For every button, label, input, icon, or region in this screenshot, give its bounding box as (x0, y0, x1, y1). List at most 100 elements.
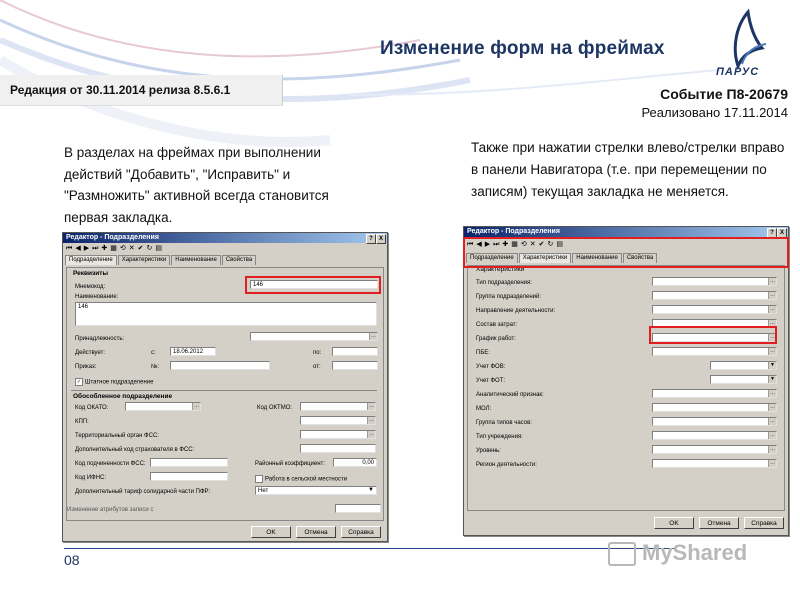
logo-text: ПАРУС (716, 66, 760, 78)
help-button[interactable]: Справка (744, 517, 784, 529)
watermark-text: MyShared (642, 540, 748, 565)
field-mol[interactable]: … (652, 403, 777, 412)
to-date-field[interactable] (332, 347, 378, 356)
chevron-down-icon[interactable]: ▼ (768, 362, 776, 369)
first-icon[interactable]: ⏮ (66, 244, 72, 254)
ellipsis-icon[interactable]: … (768, 460, 776, 467)
order-date-field[interactable] (332, 361, 378, 370)
cancel-button[interactable]: Отмена (699, 517, 739, 529)
order-from-label: от: (313, 364, 321, 370)
ifns-field[interactable] (150, 472, 228, 481)
field-label-level: Уровень: (476, 448, 501, 454)
dialog-title: Редактор - Подразделения (66, 234, 159, 241)
help-button[interactable]: Справка (341, 526, 381, 538)
subordination-field[interactable] (150, 458, 228, 467)
ellipsis-icon[interactable]: … (768, 390, 776, 397)
rural-checkbox-row[interactable]: Работа в сельской местности (255, 475, 347, 483)
field-label-pbe: ПБЕ: (476, 350, 490, 356)
pfr-label: Дополнительный тариф солидарной части ПФ… (75, 489, 211, 495)
district-field[interactable]: 0,00 (333, 458, 377, 467)
close-button[interactable]: X (376, 234, 386, 244)
field-pbe[interactable]: … (652, 347, 777, 356)
field-group[interactable]: … (652, 291, 777, 300)
ellipsis-icon[interactable]: … (369, 333, 377, 340)
redo-icon[interactable]: ↻ (147, 244, 153, 254)
chevron-down-icon[interactable]: ▼ (368, 487, 374, 493)
right-editor-dialog: Редактор - Подразделения ? X ⏮ ◀ ▶ ⏭ ✚ ▦… (463, 226, 789, 536)
fss-label: Территориальный орган ФСС: (75, 433, 159, 439)
staff-checkbox-row[interactable]: ✓ Штатное подразделение (75, 378, 153, 386)
tab-subdivision[interactable]: Подразделение (65, 255, 117, 265)
status-field (335, 504, 381, 513)
field-institution[interactable]: … (652, 431, 777, 440)
ellipsis-icon[interactable]: … (768, 278, 776, 285)
prev-icon[interactable]: ◀ (75, 244, 80, 254)
oktmo-label: Код ОКТМО: (257, 405, 293, 411)
chevron-down-icon[interactable]: ▼ (768, 376, 776, 383)
left-description: В разделах на фреймах при выполнении дей… (64, 145, 329, 225)
insurer-field[interactable] (300, 444, 376, 453)
field-hours[interactable]: … (652, 417, 777, 426)
field-fov[interactable]: ▼ (710, 361, 777, 370)
ifns-label: Код ИФНС: (75, 475, 107, 481)
field-analytic[interactable]: … (652, 389, 777, 398)
check-icon[interactable]: ✔ (138, 244, 144, 254)
field-region[interactable]: … (652, 459, 777, 468)
last-icon[interactable]: ⏭ (92, 244, 98, 254)
field-label-fot: Учет ФОТ: (476, 378, 506, 384)
field-label-fov: Учет ФОВ: (476, 364, 506, 370)
export-icon[interactable]: ▤ (155, 244, 162, 254)
ellipsis-icon[interactable]: … (768, 348, 776, 355)
kpp-field[interactable]: … (300, 416, 376, 425)
field-label-costs: Состав затрат: (476, 322, 518, 328)
ellipsis-icon[interactable]: … (768, 292, 776, 299)
tab-naming[interactable]: Наименование (171, 255, 221, 265)
ellipsis-icon[interactable]: … (367, 431, 375, 438)
okato-field[interactable]: … (125, 402, 201, 411)
pfr-select[interactable]: Нет (255, 486, 377, 495)
order-no-field[interactable] (170, 361, 270, 370)
help-title-button[interactable]: ? (366, 234, 376, 244)
cancel-button[interactable]: Отмена (296, 526, 336, 538)
ellipsis-icon[interactable]: … (367, 417, 375, 424)
ellipsis-icon[interactable]: … (768, 418, 776, 425)
section-requisites: Реквизиты (73, 270, 108, 277)
ok-button[interactable]: OK (654, 517, 694, 529)
field-direction[interactable]: … (652, 305, 777, 314)
name-field[interactable]: 146 (75, 302, 377, 326)
right-description: Также при нажатии стрелки влево/стрелки … (471, 140, 785, 199)
field-label-group: Группа подразделений: (476, 294, 542, 300)
ellipsis-icon[interactable]: … (768, 432, 776, 439)
from-date-field[interactable]: 18.06.2012 (170, 347, 216, 356)
refresh-icon[interactable]: ⟲ (120, 244, 126, 254)
tab-properties[interactable]: Свойства (221, 255, 257, 265)
ellipsis-icon[interactable]: … (768, 446, 776, 453)
edition-banner: Редакция от 30.11.2014 релиза 8.5.6.1 (0, 75, 283, 105)
ellipsis-icon[interactable]: … (192, 403, 200, 410)
field-level[interactable]: … (652, 445, 777, 454)
ellipsis-icon[interactable]: … (768, 404, 776, 411)
fss-field[interactable]: … (300, 430, 376, 439)
watermark: MyShared (608, 540, 748, 567)
checkbox-checked-icon[interactable]: ✓ (75, 378, 83, 386)
field-label-institution: Тип учреждения: (476, 434, 523, 440)
add-icon[interactable]: ✚ (101, 244, 107, 254)
field-fot[interactable]: ▼ (710, 375, 777, 384)
tab-characteristics[interactable]: Характеристики (117, 255, 171, 265)
oktmo-field[interactable]: … (300, 402, 376, 411)
field-label-schedule: График работ: (476, 336, 516, 342)
ok-button[interactable]: OK (251, 526, 291, 538)
next-icon[interactable]: ▶ (84, 244, 89, 254)
ellipsis-icon[interactable]: … (367, 403, 375, 410)
delete-icon[interactable]: ✕ (129, 244, 135, 254)
field-type[interactable]: … (652, 277, 777, 286)
checkbox-icon[interactable] (255, 475, 263, 483)
edition-text: Редакция от 30.11.2014 релиза 8.5.6.1 (10, 83, 231, 97)
divider (71, 390, 377, 391)
ellipsis-icon[interactable]: … (768, 306, 776, 313)
field-label-mol: МОЛ: (476, 406, 492, 412)
belonging-field[interactable]: … (250, 332, 378, 341)
staff-checkbox-label: Штатное подразделение (85, 379, 154, 386)
cart-icon (608, 542, 636, 567)
grid-icon[interactable]: ▦ (110, 244, 117, 254)
